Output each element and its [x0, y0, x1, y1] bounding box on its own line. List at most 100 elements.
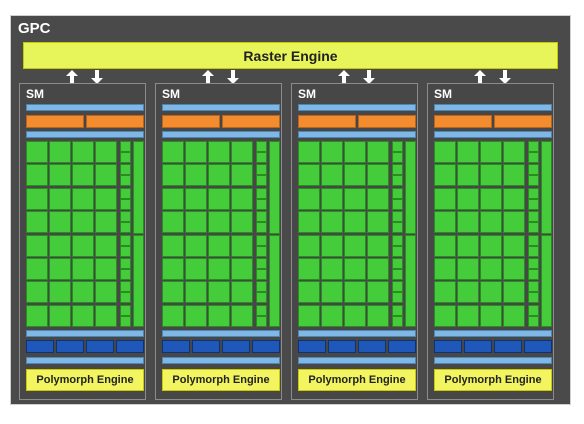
ld-st-unit [120, 304, 131, 316]
cuda-core [26, 141, 48, 163]
cuda-core [95, 234, 117, 257]
ld-st-unit [528, 164, 539, 176]
cuda-core [72, 211, 94, 234]
cuda-core [367, 164, 389, 187]
texture-unit [434, 340, 462, 353]
ld-st-unit [392, 175, 403, 187]
sm-block: SM Polymorph Engine [291, 83, 418, 400]
cuda-core [231, 187, 253, 210]
texture-unit [116, 340, 144, 353]
ld-st-unit [392, 245, 403, 257]
ld-st-unit [256, 164, 267, 176]
cuda-core [344, 164, 366, 187]
down-arrow-icon [499, 70, 511, 84]
cuda-core [367, 258, 389, 280]
cuda-core [503, 211, 525, 234]
cuda-core [49, 234, 71, 257]
texture-unit [192, 340, 220, 353]
gpc-title: GPC [18, 20, 51, 37]
cuda-core [480, 141, 502, 163]
dispatch-bar [434, 131, 552, 138]
cuda-core [480, 234, 502, 257]
cuda-core [503, 304, 525, 327]
cuda-core [185, 234, 207, 257]
cuda-core [185, 258, 207, 280]
cuda-core [72, 258, 94, 280]
ld-st-unit [392, 187, 403, 199]
texture-unit [86, 340, 114, 353]
cuda-core [208, 281, 230, 304]
ld-st-unit [528, 198, 539, 210]
cuda-core [457, 304, 479, 327]
sfu-unit [541, 141, 552, 234]
cuda-core [480, 211, 502, 234]
ld-st-unit [528, 234, 539, 246]
ld-st-unit [120, 211, 131, 223]
texture-unit [252, 340, 280, 353]
cuda-core [480, 187, 502, 210]
cuda-core [434, 164, 456, 187]
sfu-unit [541, 234, 552, 328]
cuda-core [503, 187, 525, 210]
cuda-core [231, 211, 253, 234]
cache-bar [162, 104, 280, 111]
ld-st-unit [528, 315, 539, 327]
texture-cache-bar [162, 357, 280, 364]
sm-label: SM [434, 87, 452, 101]
cuda-core [49, 304, 71, 327]
ld-st-unit [120, 281, 131, 293]
ld-st-unit [120, 245, 131, 257]
cuda-core [72, 304, 94, 327]
cuda-core [344, 141, 366, 163]
warp-scheduler [26, 115, 84, 128]
ld-st-unit [256, 315, 267, 327]
cuda-core [457, 211, 479, 234]
cuda-core [321, 141, 343, 163]
texture-unit [328, 340, 356, 353]
texture-unit [388, 340, 416, 353]
sm-label: SM [162, 87, 180, 101]
warp-scheduler [86, 115, 144, 128]
sfu-unit [405, 141, 416, 234]
ld-st-unit [528, 152, 539, 163]
ld-st-unit [528, 141, 539, 152]
ld-st-unit [528, 269, 539, 280]
ld-st-unit [392, 164, 403, 176]
ld-st-unit [256, 234, 267, 246]
interconnect-bar [26, 330, 144, 337]
polymorph-engine: Polymorph Engine [298, 369, 416, 391]
texture-unit [56, 340, 84, 353]
texture-cache-bar [26, 357, 144, 364]
texture-unit [464, 340, 492, 353]
up-arrow-icon [474, 70, 486, 84]
cuda-core [457, 234, 479, 257]
cuda-core [344, 187, 366, 210]
cuda-core [503, 234, 525, 257]
cuda-core [208, 234, 230, 257]
sm-label: SM [26, 87, 44, 101]
cuda-core [26, 211, 48, 234]
cuda-core [208, 141, 230, 163]
cuda-core [95, 187, 117, 210]
cuda-core [457, 258, 479, 280]
cuda-core [434, 234, 456, 257]
sfu-unit [269, 141, 280, 234]
warp-scheduler [434, 115, 492, 128]
cuda-core [162, 234, 184, 257]
cuda-core [208, 258, 230, 280]
cuda-core [503, 164, 525, 187]
sm-block: SM Polymorph Engine [427, 83, 554, 400]
cuda-core [231, 258, 253, 280]
cuda-core [95, 141, 117, 163]
ld-st-unit [528, 281, 539, 293]
ld-st-unit [256, 269, 267, 280]
cuda-core [344, 258, 366, 280]
cuda-core [95, 258, 117, 280]
cuda-core [367, 234, 389, 257]
cuda-core [434, 141, 456, 163]
cuda-core [367, 281, 389, 304]
cuda-core [49, 187, 71, 210]
ld-st-unit [256, 152, 267, 163]
ld-st-unit [120, 175, 131, 187]
ld-st-unit [256, 175, 267, 187]
